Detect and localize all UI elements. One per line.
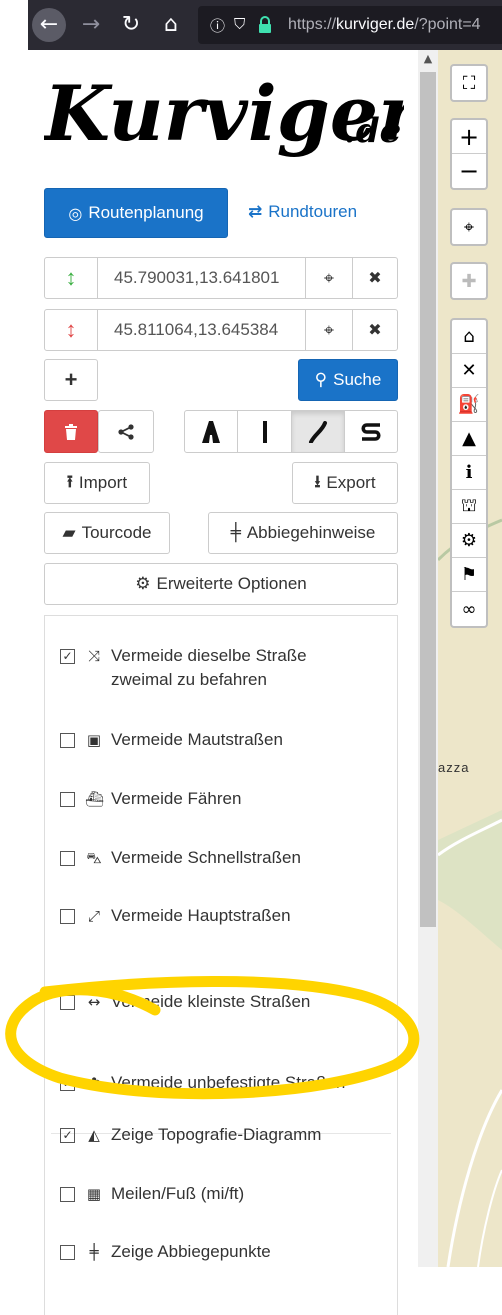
highlight-annotation [5,976,420,1100]
